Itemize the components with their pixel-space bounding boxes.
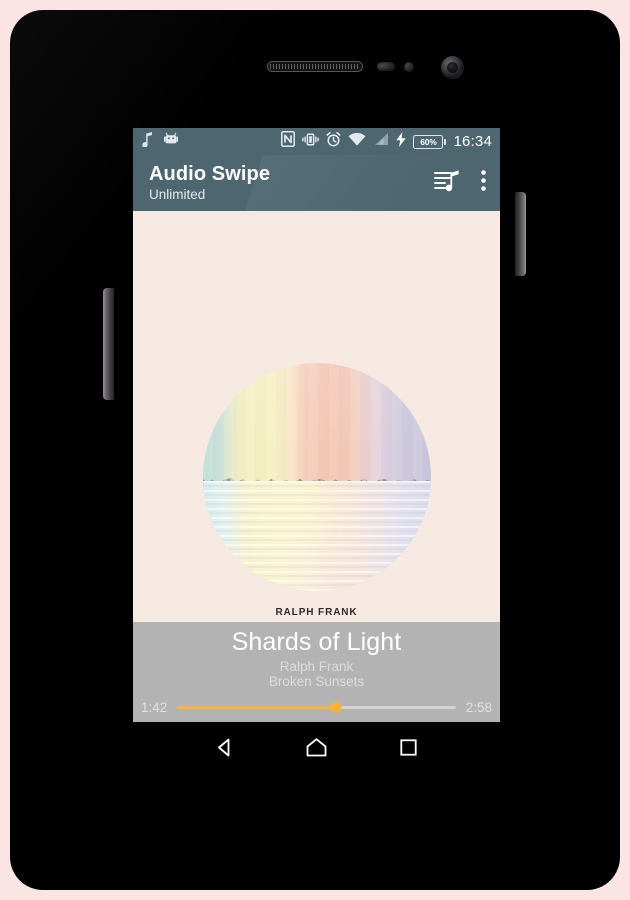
app-bar-actions <box>434 169 486 198</box>
nav-back-button[interactable] <box>205 727 245 767</box>
wifi-icon <box>348 132 366 152</box>
android-robot-icon <box>164 132 178 151</box>
seek-row: 1:42 2:58 <box>133 699 500 715</box>
artwork-water <box>202 481 431 591</box>
seek-bar[interactable] <box>177 699 456 715</box>
alarm-icon <box>326 131 341 152</box>
track-artist: Ralph Frank <box>279 658 354 674</box>
nav-home-button[interactable] <box>296 727 336 767</box>
power-button[interactable] <box>515 192 526 276</box>
battery-indicator: 60% <box>413 134 447 149</box>
front-camera <box>441 56 464 79</box>
duration-label: 2:58 <box>465 699 492 715</box>
track-album: Broken Sunsets <box>268 674 365 690</box>
album-artist-label: RALPH FRANK <box>275 607 358 618</box>
phone-screen: 60% 16:34 Audio Swipe Unlimited RALPH FR… <box>133 128 500 772</box>
nav-recents-button[interactable] <box>388 727 428 767</box>
seek-thumb[interactable] <box>330 701 342 713</box>
navigation-bar <box>133 722 500 772</box>
now-playing-content: RALPH FRANK BROKEN SUNSETS <box>133 211 500 631</box>
screenshot-root: 60% 16:34 Audio Swipe Unlimited RALPH FR… <box>0 0 630 900</box>
queue-music-icon[interactable] <box>434 169 461 198</box>
album-artwork[interactable] <box>202 363 431 591</box>
status-bar-notifications <box>142 131 178 152</box>
charging-bolt-icon <box>396 131 407 152</box>
player-bar: Shards of Light Ralph Frank Broken Sunse… <box>133 622 500 722</box>
artwork-water-waves <box>202 481 431 591</box>
status-bar: 60% 16:34 <box>133 128 500 155</box>
light-sensor <box>404 62 414 72</box>
track-title: Shards of Light <box>231 628 402 656</box>
status-bar-system-icons: 60% 16:34 <box>281 131 492 152</box>
app-subtitle: Unlimited <box>149 187 206 203</box>
seek-progress-fill <box>177 705 337 709</box>
signal-icon <box>373 132 389 151</box>
status-bar-clock: 16:34 <box>453 133 492 150</box>
nfc-icon <box>281 131 296 152</box>
battery-percent-label: 60% <box>420 136 437 147</box>
app-bar: Audio Swipe Unlimited <box>133 155 500 211</box>
vibrate-icon <box>302 132 320 152</box>
elapsed-time-label: 1:42 <box>141 699 168 715</box>
app-title: Audio Swipe <box>149 162 271 185</box>
proximity-sensor <box>377 62 395 71</box>
earpiece-mesh <box>270 64 360 69</box>
earpiece-speaker <box>267 61 363 72</box>
overflow-menu-icon[interactable] <box>481 170 486 196</box>
app-bar-titles: Audio Swipe Unlimited <box>149 163 270 204</box>
volume-rocker-button[interactable] <box>103 288 114 400</box>
music-note-icon <box>142 131 153 152</box>
